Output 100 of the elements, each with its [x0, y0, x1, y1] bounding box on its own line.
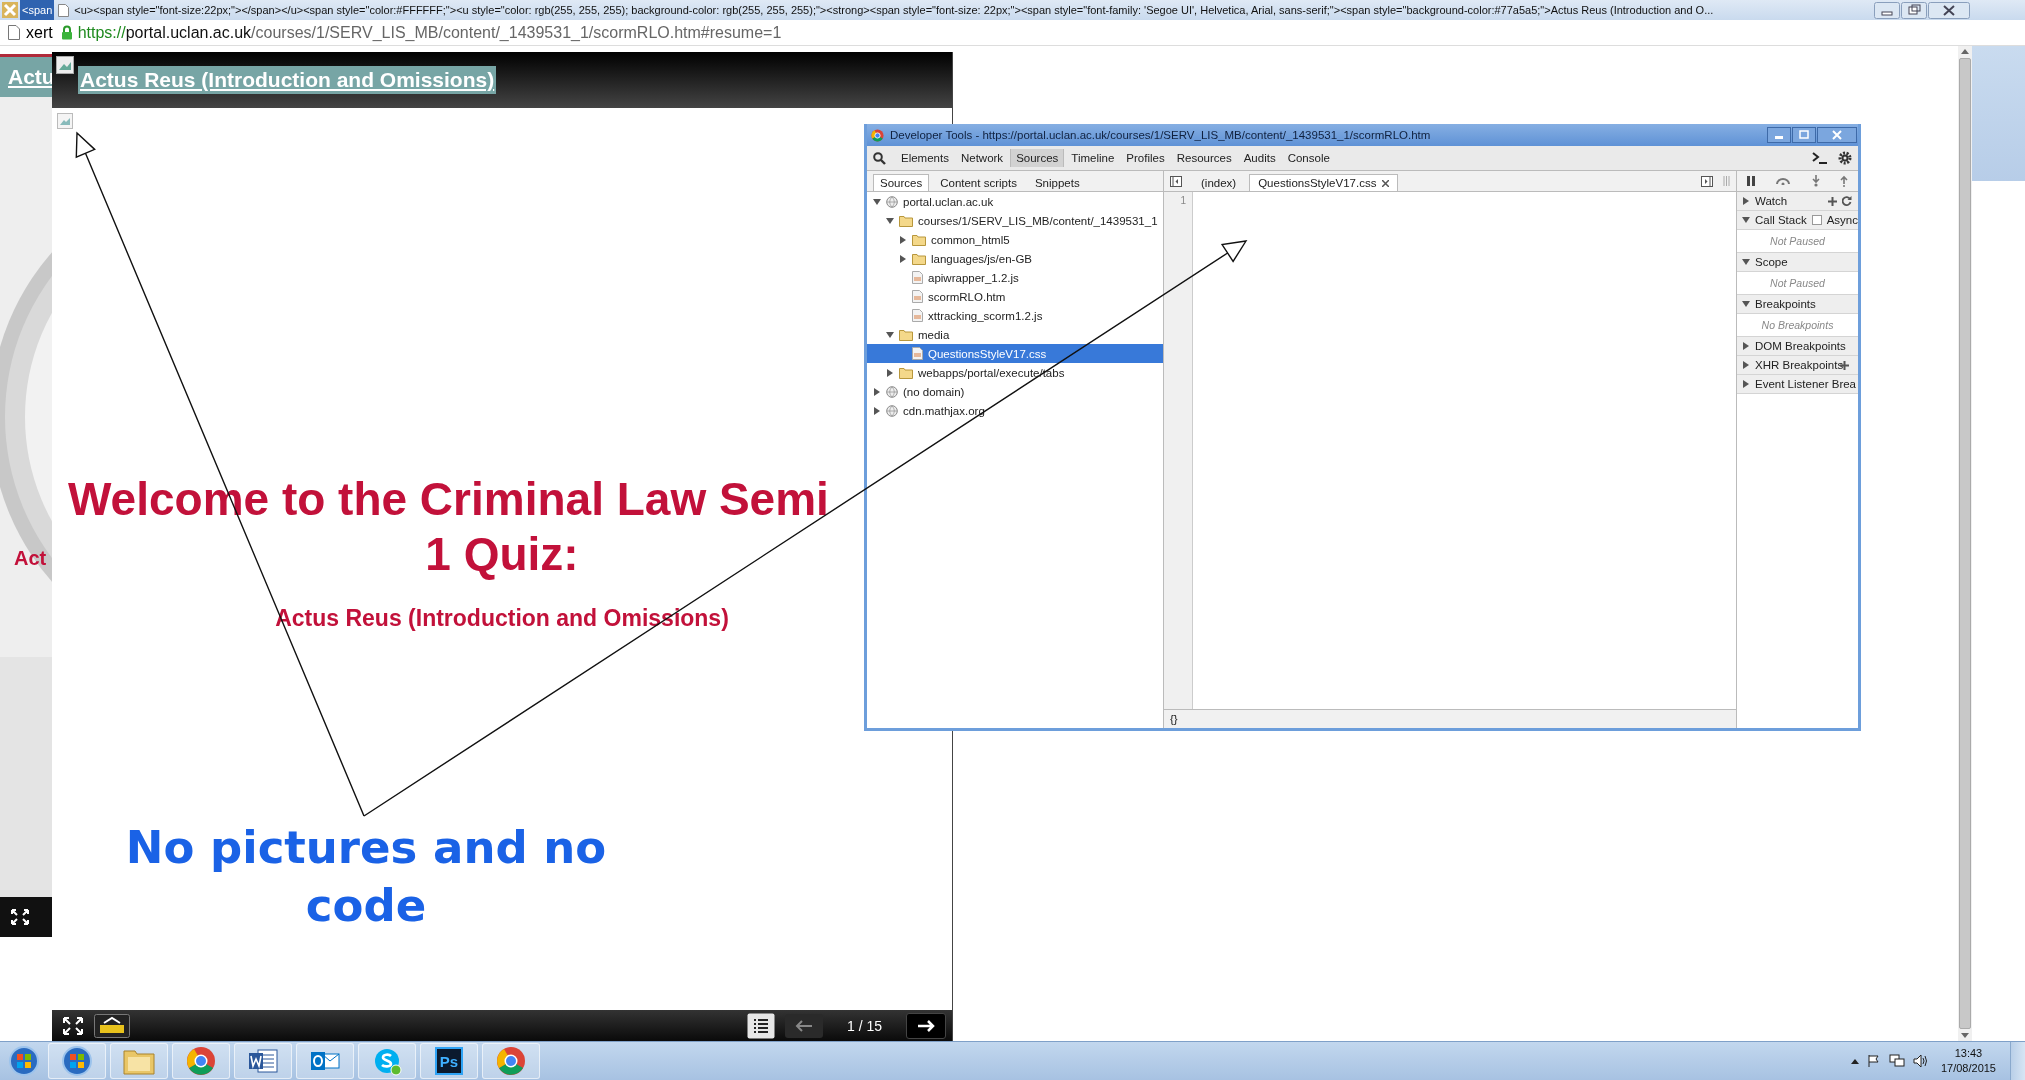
expand-triangle-icon[interactable]: [1742, 380, 1750, 388]
expand-triangle-icon[interactable]: [1742, 342, 1750, 350]
checkbox-label: Async: [1826, 214, 1858, 226]
broken-image-icon: [57, 113, 73, 129]
fullscreen-icon[interactable]: [62, 1015, 84, 1036]
tab-title[interactable]: xert: [26, 23, 53, 42]
chrome-icon[interactable]: [496, 1046, 526, 1076]
devtools-tab[interactable]: Audits: [1238, 149, 1281, 167]
speaker-icon[interactable]: [1912, 1054, 1929, 1068]
expand-triangle-icon[interactable]: [899, 254, 907, 263]
globe-icon: [886, 404, 898, 417]
close-icon[interactable]: [1817, 127, 1857, 143]
devtools-tab[interactable]: Network: [955, 149, 1009, 167]
tree-item[interactable]: courses/1/SERV_LIS_MB/content/_1439531_1: [867, 211, 1163, 230]
maximize-icon[interactable]: [1792, 127, 1816, 143]
window-title: Developer Tools - https://portal.uclan.ac.uk/courses/1/SERV_LIS_MB/content/_1439531_1/scormRLO.htm: [890, 129, 1432, 141]
step-over-icon[interactable]: [1775, 177, 1792, 185]
previous-button[interactable]: [784, 1013, 823, 1038]
fullscreen-icon[interactable]: [10, 908, 30, 926]
document-icon: [8, 25, 20, 40]
right-arrow-icon: [917, 1019, 935, 1032]
expand-triangle-icon[interactable]: [1742, 197, 1750, 205]
expand-triangle-icon[interactable]: [886, 368, 894, 377]
lock-icon: [60, 25, 73, 40]
close-icon[interactable]: [1928, 1, 1970, 19]
expand-triangle-icon[interactable]: [873, 387, 881, 396]
devtools-tab[interactable]: Console: [1282, 149, 1335, 167]
flag-icon[interactable]: [1866, 1054, 1881, 1068]
devtools-tab[interactable]: Resources: [1171, 149, 1237, 167]
tree-item[interactable]: QuestionsStyleV17.css: [867, 344, 1163, 363]
editor-tab[interactable]: (index): [1192, 174, 1246, 191]
devtools-tab[interactable]: Elements: [896, 149, 954, 167]
tab-title[interactable]: <span: [20, 0, 55, 20]
photoshop-icon[interactable]: Ps: [435, 1047, 463, 1075]
orb-icon[interactable]: [8, 1045, 40, 1077]
show-hidden-icons-icon[interactable]: [1850, 1058, 1859, 1064]
restore-icon[interactable]: [1901, 1, 1927, 19]
expand-triangle-icon[interactable]: [1742, 216, 1750, 224]
orb-icon[interactable]: [61, 1045, 93, 1077]
tree-item[interactable]: xttracking_scorm1.2.js: [867, 306, 1163, 325]
expand-triangle-icon[interactable]: [899, 235, 907, 244]
clock-date[interactable]: 17/08/2015: [1940, 1061, 1996, 1076]
expand-triangle-icon[interactable]: [886, 330, 894, 339]
add-icon[interactable]: [1828, 196, 1837, 206]
tree-item[interactable]: cdn.mathjax.org: [867, 401, 1163, 420]
tree-item[interactable]: apiwrapper_1.2.js: [867, 268, 1163, 287]
console-icon[interactable]: [1812, 152, 1828, 164]
toggle-panel-icon[interactable]: [1701, 175, 1713, 187]
search-icon[interactable]: [873, 151, 886, 165]
status-message: Not Paused: [1770, 235, 1825, 247]
tree-item[interactable]: portal.uclan.ac.uk: [867, 192, 1163, 211]
slide-text: Act: [14, 547, 47, 570]
format-button[interactable]: {}: [1170, 713, 1178, 725]
tree-item[interactable]: scormRLO.htm: [867, 287, 1163, 306]
menu-icon[interactable]: [746, 1012, 775, 1039]
app-icon: [2, 2, 18, 18]
section-header[interactable]: Watch: [1755, 195, 1788, 207]
navigator-tab[interactable]: Snippets: [1027, 174, 1087, 191]
tree-item[interactable]: (no domain): [867, 382, 1163, 401]
expand-triangle-icon[interactable]: [1742, 361, 1750, 369]
expand-triangle-icon[interactable]: [873, 406, 881, 415]
expand-triangle-icon[interactable]: [886, 216, 894, 225]
scroll-up-icon[interactable]: [1961, 48, 1969, 54]
folder-icon: [899, 214, 913, 227]
url-text[interactable]: https://portal.uclan.ac.uk/courses/1/SERV_LIS_MB/content/_1439531_1/scormRLO.htm#resume=1: [77, 23, 782, 42]
minimize-icon[interactable]: [1767, 127, 1791, 143]
step-out-icon[interactable]: [1839, 175, 1848, 187]
devtools-tab[interactable]: Sources: [1010, 149, 1065, 167]
annotation-text: No pictures and no: [125, 820, 607, 876]
next-button[interactable]: [906, 1012, 946, 1039]
refresh-icon[interactable]: [1842, 196, 1852, 206]
expand-triangle-icon[interactable]: [873, 197, 881, 206]
section-header[interactable]: Scope: [1755, 256, 1788, 268]
document-icon: [58, 3, 70, 17]
clock-time[interactable]: 13:43: [1954, 1046, 1983, 1061]
tree-item[interactable]: common_html5: [867, 230, 1163, 249]
settings-icon[interactable]: [1838, 151, 1852, 165]
network-icon[interactable]: [1888, 1054, 1905, 1068]
chrome-icon[interactable]: [186, 1046, 216, 1076]
word-icon[interactable]: [248, 1046, 278, 1076]
step-into-icon[interactable]: [1811, 175, 1820, 187]
section-header[interactable]: Call Stack: [1754, 214, 1807, 226]
toggle-panel-icon[interactable]: [1170, 175, 1182, 187]
devtools-tab[interactable]: Timeline: [1066, 149, 1120, 167]
tree-item[interactable]: media: [867, 325, 1163, 344]
editor-tab[interactable]: QuestionsStyleV17.css: [1249, 174, 1399, 191]
caption-icon[interactable]: [94, 1013, 130, 1038]
devtools-tab[interactable]: Profiles: [1121, 149, 1170, 167]
scroll-down-icon[interactable]: [1961, 1033, 1969, 1039]
expand-triangle-icon[interactable]: [1742, 258, 1750, 266]
file-icon: [912, 309, 923, 322]
async-checkbox[interactable]: [1811, 215, 1822, 225]
drag-handle-icon[interactable]: [1723, 176, 1730, 186]
navigator-tab[interactable]: Sources: [873, 174, 930, 191]
navigator-tab[interactable]: Content scripts: [933, 174, 1024, 191]
vertical-scrollbar[interactable]: [1958, 46, 1972, 1041]
pause-icon[interactable]: [1747, 176, 1756, 186]
close-icon[interactable]: [1382, 179, 1390, 187]
tree-item[interactable]: languages/js/en-GB: [867, 249, 1163, 268]
expand-triangle-icon[interactable]: [1742, 300, 1750, 308]
